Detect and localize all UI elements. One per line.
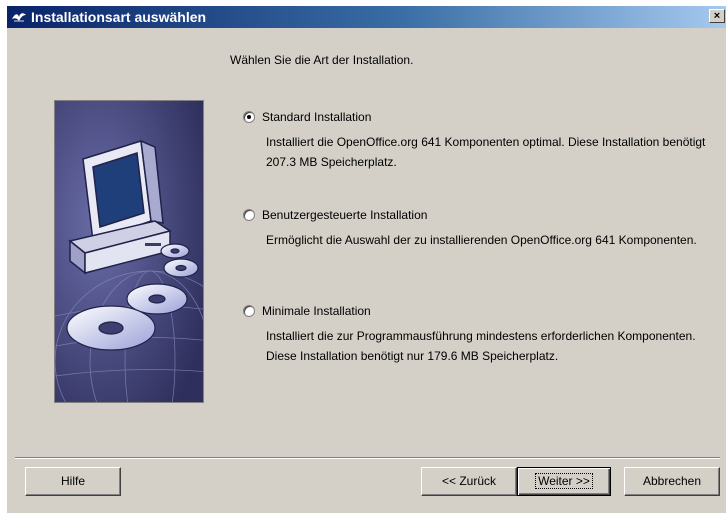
illustration-graphic <box>55 101 203 402</box>
option-standard[interactable]: Standard Installation Installiert die Op… <box>243 110 718 176</box>
option-minimal-description: Installiert die zur Programmausführung m… <box>266 329 696 363</box>
close-button[interactable]: × <box>709 9 725 23</box>
instruction-heading: Wählen Sie die Art der Installation. <box>230 53 414 67</box>
option-custom-description: Ermöglicht die Auswahl der zu installier… <box>266 233 697 247</box>
option-custom-label[interactable]: Benutzergesteuerte Installation <box>262 208 427 222</box>
back-button[interactable]: << Zurück <box>421 467 517 496</box>
option-standard-description: Installiert die OpenOffice.org 641 Kompo… <box>266 135 706 169</box>
option-minimal-label[interactable]: Minimale Installation <box>262 304 371 318</box>
radio-selected-dot <box>247 115 251 119</box>
button-separator <box>15 457 720 459</box>
title-bar[interactable]: Installationsart auswählen × <box>7 6 726 28</box>
computer-with-discs-illustration <box>54 100 204 403</box>
window-title: Installationsart auswählen <box>31 9 207 25</box>
openoffice-gull-icon <box>12 13 26 22</box>
radio-standard[interactable] <box>243 111 255 123</box>
radio-minimal[interactable] <box>243 305 255 317</box>
help-button[interactable]: Hilfe <box>25 467 121 496</box>
next-button-label: Weiter >> <box>535 473 593 489</box>
cancel-button[interactable]: Abbrechen <box>624 467 720 496</box>
installer-dialog: Installationsart auswählen × Wählen Sie … <box>6 5 726 513</box>
option-minimal[interactable]: Minimale Installation Installiert die zu… <box>243 304 718 370</box>
option-custom[interactable]: Benutzergesteuerte Installation Ermöglic… <box>243 208 718 274</box>
next-button[interactable]: Weiter >> <box>517 467 611 496</box>
option-standard-label[interactable]: Standard Installation <box>262 110 371 124</box>
radio-custom[interactable] <box>243 209 255 221</box>
